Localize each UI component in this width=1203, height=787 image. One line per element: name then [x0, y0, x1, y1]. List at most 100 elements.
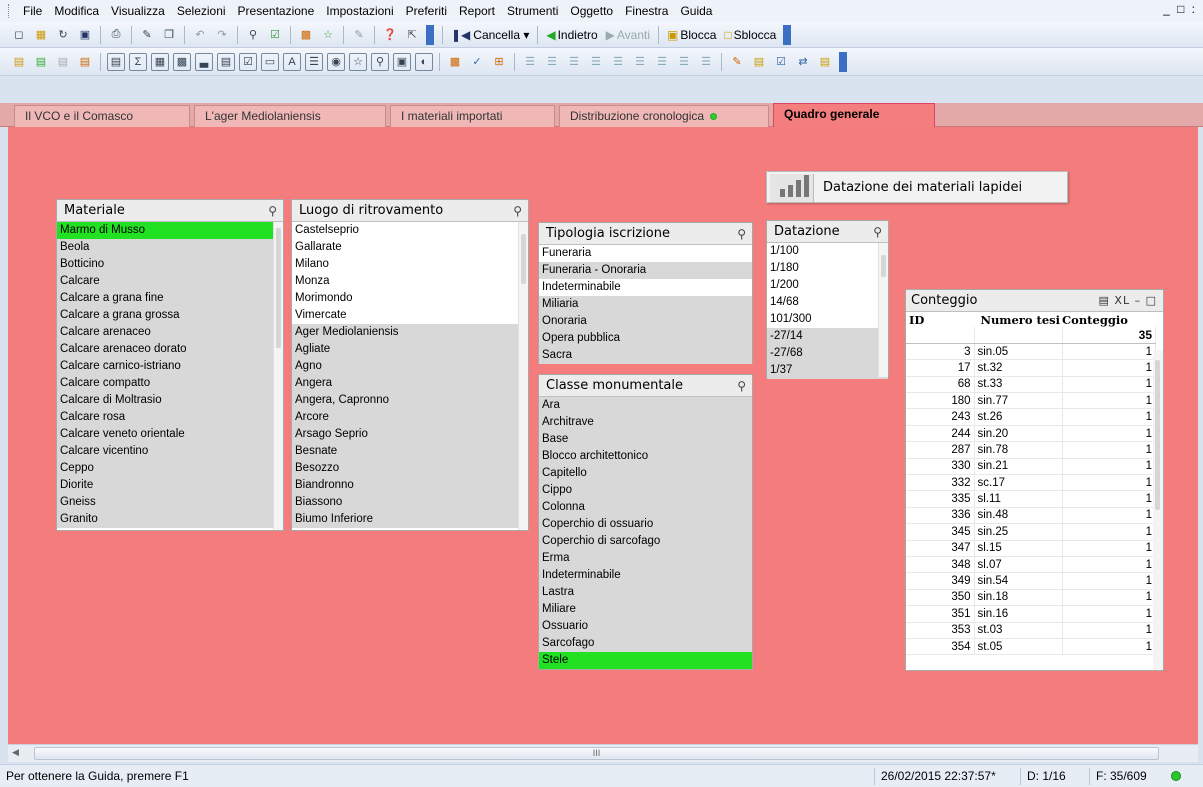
listbox-item[interactable]: 1/180: [767, 260, 888, 277]
listbox-item[interactable]: Morimondo: [292, 290, 528, 307]
table-caption-controls[interactable]: ▤ XL – □: [1099, 290, 1157, 312]
table-row[interactable]: 17 st.32 1: [906, 359, 1156, 377]
bookmark-object-icon[interactable]: ☆: [349, 52, 367, 71]
reload-icon[interactable]: ↻: [54, 26, 72, 44]
table-row[interactable]: 347 sl.15 1: [906, 540, 1156, 557]
table-box-icon[interactable]: ▩: [173, 52, 191, 71]
listbox-caption[interactable]: Materiale ⚲: [57, 200, 283, 222]
remove-sheet-icon[interactable]: ▤: [54, 53, 72, 71]
listbox-item[interactable]: Angera: [292, 375, 528, 392]
table-row[interactable]: 349 sin.54 1: [906, 572, 1156, 590]
listbox-item[interactable]: Coperchio di ossuario: [539, 516, 752, 533]
search-icon[interactable]: ⚲: [873, 221, 882, 243]
listbox-item[interactable]: Biumo Inferiore: [292, 511, 528, 528]
horizontal-scrollbar[interactable]: ◀ III: [8, 744, 1198, 762]
tab-materiali-importati[interactable]: I materiali importati: [390, 105, 555, 127]
table-row[interactable]: 350 sin.18 1: [906, 589, 1156, 607]
table-caption[interactable]: Conteggio ▤ XL – □: [906, 290, 1163, 312]
listbox-item[interactable]: -27/14: [767, 328, 888, 345]
listbox-datazione[interactable]: Datazione ⚲ 1/100 1/180 1/200 14/68 101/300 -2…: [766, 220, 889, 379]
listbox-item[interactable]: Biassono: [292, 494, 528, 511]
column-header-id[interactable]: ID: [906, 312, 974, 327]
table-scrollbar[interactable]: [1153, 350, 1163, 670]
align-bottom-icon[interactable]: ☰: [631, 53, 649, 71]
table-row[interactable]: 335 sl.11 1: [906, 490, 1156, 508]
menu-impostazioni[interactable]: Impostazioni: [320, 0, 399, 22]
listbox-item[interactable]: Agno: [292, 358, 528, 375]
listbox-item[interactable]: Funeraria: [539, 245, 752, 262]
listbox-item[interactable]: Castelseprio: [292, 222, 528, 239]
forward-button[interactable]: ▶ Avanti: [602, 25, 654, 45]
tab-ager-mediolaniensis[interactable]: L'ager Mediolaniensis: [194, 105, 386, 127]
new-doc-icon[interactable]: ◻: [10, 26, 28, 44]
tab-distribuzione-cronologica[interactable]: Distribuzione cronologica: [559, 105, 769, 127]
column-header-conteggio[interactable]: Conteggio: [1062, 312, 1156, 327]
print-icon[interactable]: ⎙: [107, 26, 125, 44]
listbox-item[interactable]: Biandronno: [292, 477, 528, 494]
favorite-star-icon[interactable]: ☆: [319, 26, 337, 44]
custom-object-icon[interactable]: ◐: [415, 52, 433, 71]
scrollbar-thumb[interactable]: [521, 234, 526, 284]
table-row[interactable]: 3 sin.05 1: [906, 343, 1156, 361]
align-icon[interactable]: ⊞: [490, 53, 508, 71]
menu-report[interactable]: Report: [453, 0, 501, 22]
menu-strumenti[interactable]: Strumenti: [501, 0, 564, 22]
copy-icon[interactable]: ❐: [160, 26, 178, 44]
search-icon[interactable]: ⚲: [244, 26, 262, 44]
listbox-item[interactable]: Calcare: [57, 273, 283, 290]
listbox-item[interactable]: Ossuario: [539, 618, 752, 635]
listbox-item[interactable]: Calcare arenaceo dorato: [57, 341, 283, 358]
listbox-item[interactable]: Miliaria: [539, 296, 752, 313]
listbox-item[interactable]: Calcare arenaceo: [57, 324, 283, 341]
search-object-icon[interactable]: ⚲: [371, 52, 389, 71]
scrollbar-thumb[interactable]: [881, 255, 886, 277]
menu-visualizza[interactable]: Visualizza: [105, 0, 171, 22]
align-center-icon[interactable]: ☰: [543, 53, 561, 71]
slider-icon[interactable]: ◉: [327, 52, 345, 71]
listbox-item[interactable]: Calcare veneto orientale: [57, 426, 283, 443]
table-row[interactable]: 353 st.03 1: [906, 622, 1156, 639]
select-check-icon[interactable]: ☑: [266, 26, 284, 44]
table-row[interactable]: 345 sin.25 1: [906, 523, 1156, 541]
add-sheet-icon[interactable]: ▤: [32, 53, 50, 71]
table-row[interactable]: 180 sin.77 1: [906, 392, 1156, 410]
listbox-item[interactable]: Blocco architettonico: [539, 448, 752, 465]
clear-button[interactable]: ❚◀ Cancella ▾: [447, 25, 533, 45]
back-button[interactable]: ◀ Indietro: [542, 25, 601, 45]
listbox-item[interactable]: Ara: [539, 397, 752, 414]
reload-doc-icon[interactable]: ▤: [816, 53, 834, 71]
save-icon[interactable]: ▣: [76, 26, 94, 44]
current-selections-icon[interactable]: ☑: [239, 52, 257, 71]
listbox-item[interactable]: 101/300: [767, 311, 888, 328]
listbox-item[interactable]: Colonna: [539, 499, 752, 516]
listbox-item[interactable]: Erma: [539, 550, 752, 567]
button-object-icon[interactable]: ▭: [261, 52, 279, 71]
listbox-item[interactable]: Calcare carnico-istriano: [57, 358, 283, 375]
listbox-item[interactable]: Stele: [539, 652, 752, 669]
listbox-caption[interactable]: Luogo di ritrovamento ⚲: [292, 200, 528, 222]
listbox-item[interactable]: Botticino: [57, 256, 283, 273]
listbox-item[interactable]: Ceppo: [57, 460, 283, 477]
text-object-datazione-button[interactable]: Datazione dei materiali lapidei: [766, 171, 1068, 203]
redo-icon[interactable]: ↷: [213, 26, 231, 44]
table-conteggio[interactable]: Conteggio ▤ XL – □ ID Numero tesi Contegg…: [905, 289, 1164, 671]
menu-oggetto[interactable]: Oggetto: [564, 0, 619, 22]
table-viewer-icon[interactable]: ⇄: [794, 53, 812, 71]
help-icon[interactable]: ❓: [381, 26, 399, 44]
listbox-item[interactable]: Besozzo: [292, 460, 528, 477]
distribute-h-icon[interactable]: ☰: [653, 53, 671, 71]
listbox-item[interactable]: Sacra: [539, 347, 752, 364]
listbox-item[interactable]: Base: [539, 431, 752, 448]
open-folder-icon[interactable]: ▦: [32, 26, 50, 44]
sheet-properties-icon[interactable]: ▤: [76, 53, 94, 71]
column-header-numero-tesi[interactable]: Numero tesi: [974, 312, 1062, 327]
listbox-item[interactable]: Beola: [57, 239, 283, 256]
table-row[interactable]: 351 sin.16 1: [906, 605, 1156, 623]
listbox-item[interactable]: 14/68: [767, 294, 888, 311]
listbox-item[interactable]: 1/37: [767, 362, 888, 379]
listbox-item[interactable]: Lastra: [539, 584, 752, 601]
listbox-item[interactable]: Calcare compatto: [57, 375, 283, 392]
undo-icon[interactable]: ↶: [191, 26, 209, 44]
format-painter-icon[interactable]: ✓: [468, 53, 486, 71]
document-properties-icon[interactable]: ▤: [750, 53, 768, 71]
